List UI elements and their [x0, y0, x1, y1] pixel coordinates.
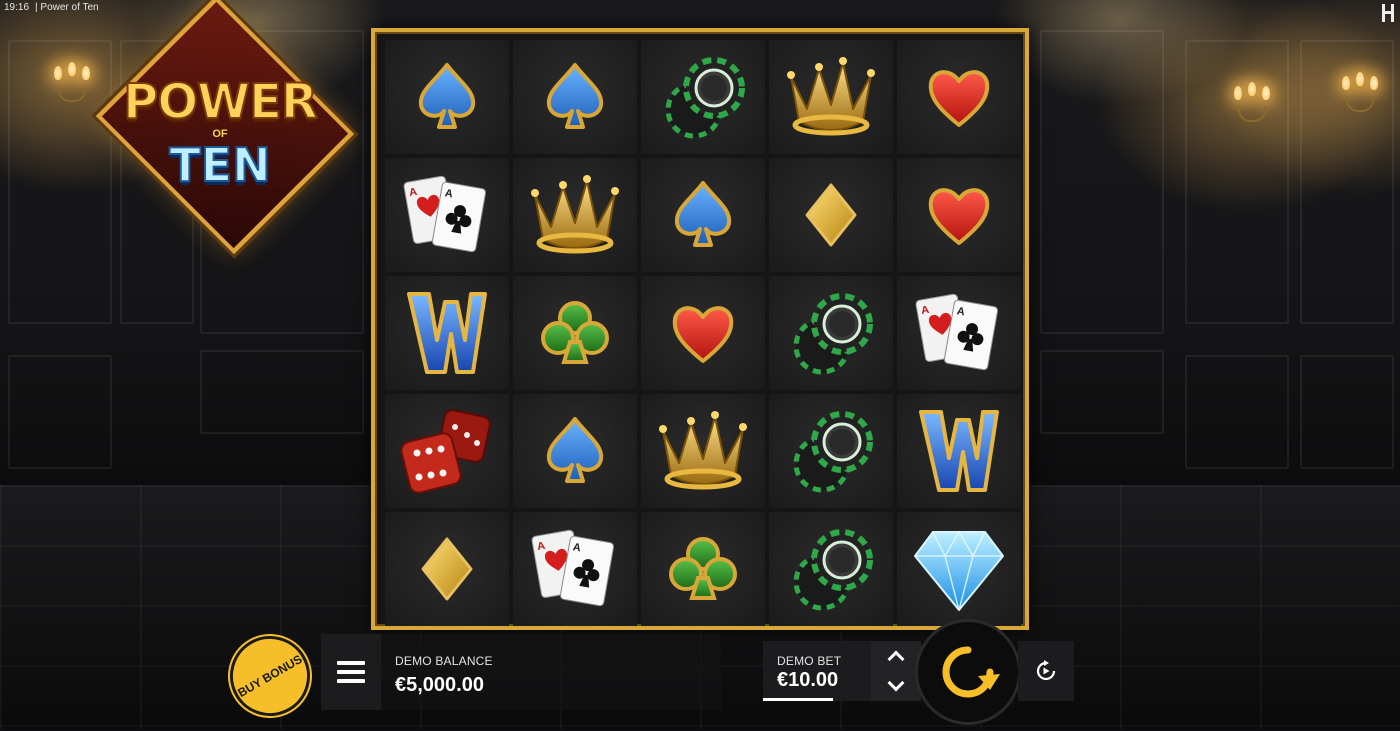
reel-cell: AA — [897, 276, 1021, 390]
wall-sconce — [1232, 82, 1272, 132]
reel-cell: AA — [385, 158, 509, 272]
reel-cell — [641, 394, 765, 508]
blue-spade-icon — [415, 61, 479, 133]
wall-panel — [200, 350, 364, 434]
reel-cell — [385, 276, 509, 390]
bet-value: €10.00 — [777, 669, 839, 691]
wild-w-icon — [917, 406, 1001, 496]
reel-frame: AA AA AA — [371, 28, 1029, 630]
blue-spade-icon — [543, 61, 607, 133]
gold-diamond-icon — [419, 535, 475, 603]
wall-panel — [1300, 355, 1394, 469]
gold-crown-icon — [783, 55, 879, 139]
bet-label: DEMO BET — [777, 654, 842, 668]
wall-panel — [1185, 355, 1289, 469]
reel-cell — [641, 512, 765, 626]
bet-level-bar — [763, 698, 833, 701]
green-chips-icon — [786, 524, 876, 614]
green-chips-icon — [786, 288, 876, 378]
reel-cell — [385, 40, 509, 154]
menu-button[interactable] — [321, 634, 381, 710]
wall-panel — [1040, 350, 1164, 434]
logo-ten-text: TEN — [168, 137, 271, 193]
green-club-icon — [668, 534, 738, 604]
reel-cell — [513, 40, 637, 154]
green-chips-icon — [658, 52, 748, 142]
game-logo: POWER OF TEN — [88, 0, 355, 255]
reel-cell — [769, 40, 893, 154]
blue-spade-icon — [543, 415, 607, 487]
ace-pair-cards-icon: AA — [911, 291, 1007, 375]
red-dice-icon — [399, 403, 495, 499]
wall-sconce — [1340, 72, 1380, 122]
wall-panel — [1040, 30, 1164, 334]
red-heart-icon — [925, 65, 993, 129]
wild-w-icon — [405, 288, 489, 378]
provider-logo-icon — [1382, 4, 1394, 22]
balance-panel: DEMO BALANCE €5,000.00 — [381, 634, 721, 710]
hamburger-icon — [337, 661, 365, 683]
reel-cell — [769, 158, 893, 272]
status-time: 19:16 — [4, 2, 30, 13]
status-bar: 19:16 | Power of Ten — [4, 2, 105, 13]
ace-pair-cards-icon: AA — [527, 527, 623, 611]
reel-cell — [897, 512, 1021, 626]
reel-cell: AA — [513, 512, 637, 626]
reel-cell — [769, 394, 893, 508]
status-title: | Power of Ten — [35, 2, 99, 13]
reel-cell — [769, 276, 893, 390]
gold-crown-icon — [655, 409, 751, 493]
reel-cell — [641, 276, 765, 390]
red-heart-icon — [669, 301, 737, 365]
wall-panel — [8, 355, 112, 469]
reel-cell — [385, 512, 509, 626]
bet-stepper — [871, 641, 921, 701]
reel-cell — [641, 40, 765, 154]
reel-cell — [897, 158, 1021, 272]
red-heart-icon — [925, 183, 993, 247]
reel-cell — [385, 394, 509, 508]
reel-cell — [897, 40, 1021, 154]
reel-cell — [513, 276, 637, 390]
reel-grid: AA AA AA — [385, 40, 1021, 626]
wall-sconce — [52, 62, 92, 112]
spin-button[interactable] — [918, 622, 1018, 722]
green-club-icon — [540, 298, 610, 368]
bet-panel[interactable]: DEMO BET €10.00 — [763, 641, 871, 701]
blue-gem-icon — [911, 524, 1007, 614]
reel-cell — [897, 394, 1021, 508]
bet-increase-icon[interactable] — [887, 650, 905, 668]
autoplay-icon — [1036, 660, 1056, 681]
green-chips-icon — [786, 406, 876, 496]
balance-label: DEMO BALANCE — [395, 654, 493, 668]
gold-diamond-icon — [803, 181, 859, 249]
bet-decrease-icon[interactable] — [887, 674, 905, 692]
blue-spade-icon — [671, 179, 735, 251]
spin-arrow-icon — [942, 646, 1000, 698]
logo-power-text: POWER — [122, 73, 319, 131]
reel-cell — [641, 158, 765, 272]
reel-cell — [769, 512, 893, 626]
balance-value: €5,000.00 — [395, 674, 484, 696]
ace-pair-cards-icon: AA — [399, 173, 495, 257]
autoplay-button[interactable] — [1018, 641, 1074, 701]
reel-cell — [513, 394, 637, 508]
reel-cell — [513, 158, 637, 272]
gold-crown-icon — [527, 173, 623, 257]
